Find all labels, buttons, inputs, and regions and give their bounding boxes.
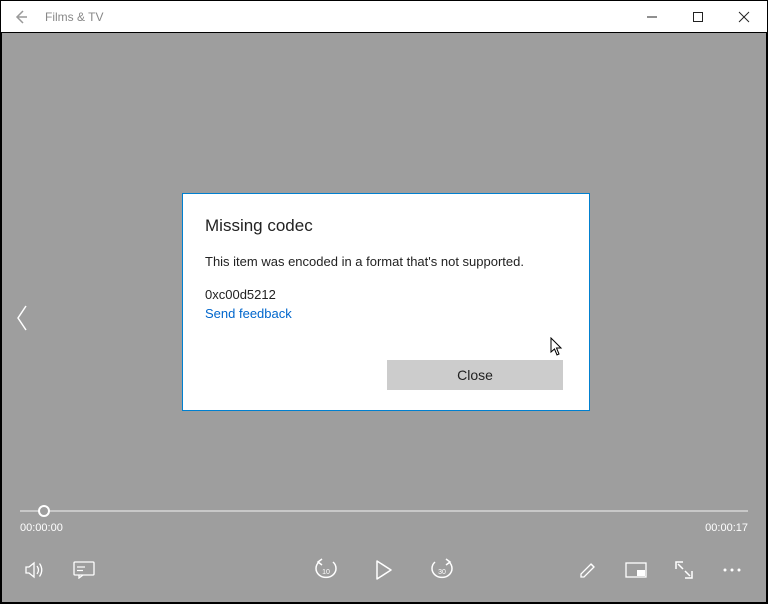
back-icon[interactable] <box>9 5 33 29</box>
seekbar-row: 00:00:00 00:00:17 <box>20 502 748 542</box>
skip-fwd-label: 30 <box>438 569 446 576</box>
previous-chevron-icon[interactable] <box>10 298 34 338</box>
controls-center: 10 30 <box>312 556 456 584</box>
total-time: 00:00:17 <box>705 522 748 534</box>
current-time: 00:00:00 <box>20 522 63 534</box>
fullscreen-icon[interactable] <box>670 556 698 584</box>
controls-right <box>574 556 746 584</box>
titlebar: Films & TV <box>0 0 768 32</box>
skip-back-icon[interactable]: 10 <box>312 556 340 584</box>
window-controls <box>629 1 767 33</box>
more-icon[interactable] <box>718 556 746 584</box>
video-area: Missing codec This item was encoded in a… <box>0 32 768 604</box>
seek-track[interactable] <box>20 510 748 512</box>
subtitles-icon[interactable] <box>70 556 98 584</box>
dialog-message: This item was encoded in a format that's… <box>205 254 567 269</box>
mini-view-icon[interactable] <box>622 556 650 584</box>
skip-back-label: 10 <box>322 569 330 576</box>
seek-thumb[interactable] <box>38 505 50 517</box>
edit-icon[interactable] <box>574 556 602 584</box>
close-button[interactable]: Close <box>387 360 563 390</box>
volume-icon[interactable] <box>22 556 50 584</box>
play-icon[interactable] <box>370 556 398 584</box>
close-button[interactable] <box>721 1 767 33</box>
dialog-error-code: 0xc00d5212 <box>205 287 567 302</box>
send-feedback-link[interactable]: Send feedback <box>205 306 567 321</box>
controls-left <box>22 556 98 584</box>
maximize-button[interactable] <box>675 1 721 33</box>
minimize-button[interactable] <box>629 1 675 33</box>
player-controls: 10 30 <box>2 556 766 596</box>
app-title: Films & TV <box>45 10 103 24</box>
error-dialog: Missing codec This item was encoded in a… <box>182 193 590 411</box>
skip-forward-icon[interactable]: 30 <box>428 556 456 584</box>
dialog-title: Missing codec <box>205 216 567 236</box>
